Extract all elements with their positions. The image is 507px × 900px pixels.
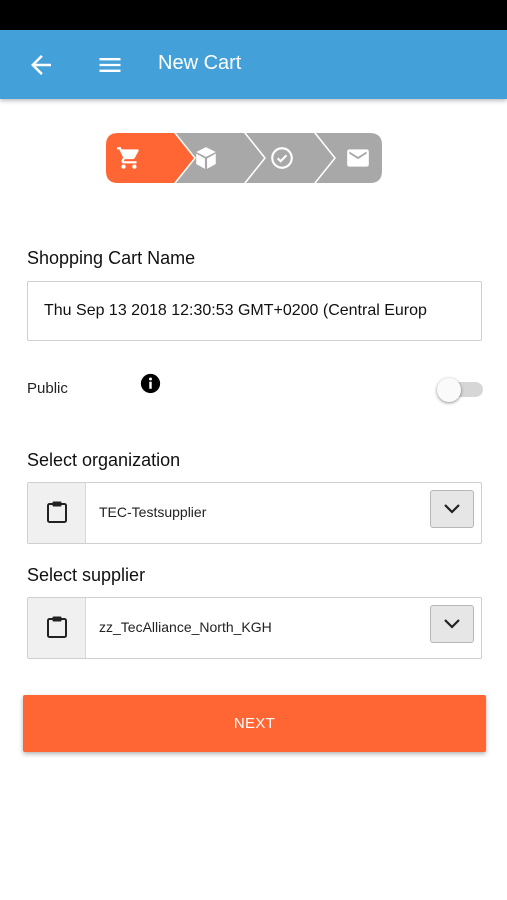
- organization-label: Select organization: [27, 450, 181, 470]
- next-button[interactable]: NEXT: [23, 695, 486, 752]
- hamburger-menu-icon[interactable]: [96, 50, 124, 80]
- check-circle-icon: [271, 147, 293, 169]
- page-title: New Cart: [158, 52, 242, 74]
- public-label: Public: [27, 380, 68, 397]
- info-icon[interactable]: [140, 373, 161, 394]
- cart-name-label: Shopping Cart Name: [27, 248, 196, 268]
- cart-icon: [117, 147, 139, 169]
- clipboard-icon: [28, 483, 86, 543]
- organization-value: TEC-Testsupplier: [99, 504, 207, 520]
- public-toggle[interactable]: [437, 378, 483, 402]
- supplier-label: Select supplier: [27, 565, 146, 585]
- progress-stepper: [106, 133, 383, 183]
- organization-dropdown-button[interactable]: [430, 490, 474, 528]
- cart-name-field[interactable]: [27, 281, 482, 341]
- cart-name-input[interactable]: [28, 282, 481, 340]
- organization-select[interactable]: TEC-Testsupplier: [27, 482, 482, 544]
- chevron-down-icon: [444, 619, 460, 629]
- supplier-dropdown-button[interactable]: [430, 605, 474, 643]
- chevron-down-icon: [444, 504, 460, 514]
- app-bar: New Cart: [0, 30, 507, 99]
- supplier-select[interactable]: zz_TecAlliance_North_KGH: [27, 597, 482, 659]
- envelope-icon: [347, 149, 369, 167]
- box-icon: [196, 147, 216, 169]
- status-bar: [0, 0, 507, 30]
- toggle-knob: [437, 378, 461, 402]
- supplier-value: zz_TecAlliance_North_KGH: [99, 619, 272, 635]
- arrow-left-icon[interactable]: [26, 50, 56, 80]
- clipboard-icon: [28, 598, 86, 658]
